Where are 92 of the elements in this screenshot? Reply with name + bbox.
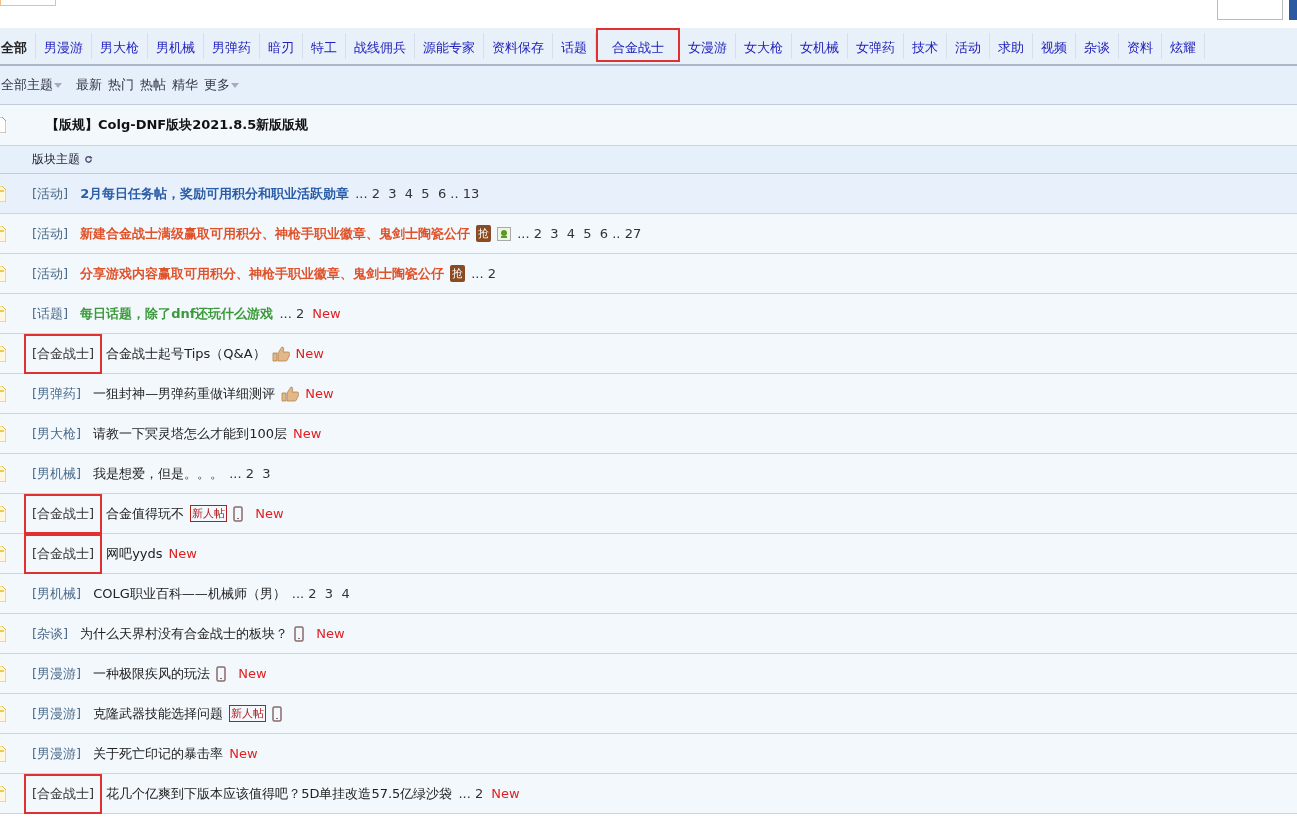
category-tab[interactable]: 源能专家	[415, 33, 484, 59]
category-tab[interactable]: 活动	[947, 33, 990, 59]
thread-title[interactable]: 合金值得玩不	[106, 504, 185, 523]
thread-title[interactable]: 分享游戏内容赢取可用积分、神枪手职业徽章、鬼剑士陶瓷公仔	[80, 264, 445, 283]
thread-category[interactable]: [活动]	[24, 213, 77, 254]
filter-link[interactable]: 精华	[172, 76, 198, 94]
thread-category[interactable]: [男机械]	[24, 573, 90, 614]
category-tab[interactable]: 合金战士	[596, 28, 680, 62]
phone-icon	[272, 705, 283, 722]
refresh-icon[interactable]	[84, 155, 93, 164]
thread-title[interactable]: 2月每日任务帖，奖励可用积分和职业活跃勋章	[80, 184, 350, 203]
category-tab[interactable]: 资料	[1119, 33, 1162, 59]
search-field[interactable]	[1217, 0, 1283, 20]
new-label: New	[316, 626, 345, 641]
thumbs-up-icon	[271, 345, 290, 362]
thread-category[interactable]: [男漫游]	[24, 733, 90, 774]
thread-category[interactable]: [话题]	[24, 293, 77, 334]
category-tab[interactable]: 全部	[0, 33, 36, 59]
filter-link[interactable]: 最新	[76, 76, 102, 94]
thread-category[interactable]: [活动]	[24, 253, 77, 294]
category-tab[interactable]: 炫耀	[1162, 33, 1205, 59]
new-label: New	[238, 666, 267, 681]
thread-category[interactable]: [男机械]	[24, 453, 90, 494]
filter-link[interactable]: 热门	[108, 76, 134, 94]
category-tab[interactable]: 特工	[303, 33, 346, 59]
thread-title[interactable]: 克隆武器技能选择问题	[93, 704, 224, 723]
new-label: New	[305, 386, 334, 401]
category-tab[interactable]: 女弹药	[848, 33, 904, 59]
page-links[interactable]: ... 2 3 4 5 6 .. 27	[517, 226, 642, 241]
category-tab[interactable]: 视频	[1033, 33, 1076, 59]
thread-category[interactable]: [合金战士]	[24, 533, 103, 574]
section-label: 版块主题	[32, 151, 80, 168]
thread-category[interactable]: [男漫游]	[24, 693, 90, 734]
thread-category[interactable]: [男弹药]	[24, 373, 90, 414]
new-label: New	[312, 306, 341, 321]
category-tab[interactable]: 女大枪	[736, 33, 792, 59]
category-tab[interactable]: 话题	[553, 33, 596, 59]
newbie-badge: 新人帖	[190, 505, 228, 522]
new-label: New	[293, 426, 322, 441]
thread-title[interactable]: 合金战士起号Tips（Q&A）	[106, 344, 266, 363]
category-tab[interactable]: 男大枪	[92, 33, 148, 59]
thread-title[interactable]: 一种极限疾风的玩法	[93, 664, 211, 683]
category-tab[interactable]: 男漫游	[36, 33, 92, 59]
thread-title[interactable]: 请教一下冥灵塔怎么才能到100层	[93, 424, 287, 443]
new-label: New	[255, 506, 284, 521]
thread-title[interactable]: 花几个亿爽到下版本应该值得吧？5D单挂改造57.5亿绿沙袋	[106, 784, 453, 803]
thread-title[interactable]: 【版规】Colg-DNF版块2021.8.5新版版规	[46, 116, 309, 134]
category-tab[interactable]: 女机械	[792, 33, 848, 59]
thread-title[interactable]: 网吧yyds	[106, 544, 163, 563]
phone-icon	[294, 625, 305, 642]
thread-title[interactable]: 我是想爱，但是。。。	[93, 464, 224, 483]
page-links[interactable]: ... 2 3 4	[291, 586, 350, 601]
page-links[interactable]: ... 2 3 4 5 6 .. 13	[355, 186, 480, 201]
page-links[interactable]: ... 2	[471, 266, 496, 281]
thumbs-up-icon	[281, 385, 300, 402]
newbie-badge: 新人帖	[229, 705, 267, 722]
filter-link[interactable]: 更多	[204, 76, 230, 94]
grab-badge: 抢	[476, 225, 492, 242]
filter-link[interactable]: 全部主题	[1, 76, 53, 94]
category-tab[interactable]: 女漫游	[680, 33, 736, 59]
thread-title[interactable]: 关于死亡印记的暴击率	[93, 744, 224, 763]
new-label: New	[295, 346, 324, 361]
new-label: New	[229, 746, 258, 761]
page-links[interactable]: ... 2	[458, 786, 484, 801]
page-links[interactable]: ... 2	[279, 306, 305, 321]
category-tab[interactable]: 技术	[904, 33, 947, 59]
category-tab[interactable]: 男弹药	[204, 33, 260, 59]
new-label: New	[168, 546, 197, 561]
thread-category[interactable]: [男大枪]	[24, 413, 90, 454]
thread-category[interactable]: [合金战士]	[24, 773, 103, 814]
thread-title[interactable]: 为什么天界村没有合金战士的板块？	[80, 624, 289, 643]
thread-category[interactable]: [合金战士]	[24, 333, 103, 374]
thread-category[interactable]: [杂谈]	[24, 613, 77, 654]
phone-icon	[216, 665, 227, 682]
category-tab[interactable]: 资料保存	[484, 33, 553, 59]
thread-category[interactable]: [活动]	[24, 173, 77, 214]
category-tab[interactable]: 暗刃	[260, 33, 303, 59]
category-tab[interactable]: 男机械	[148, 33, 204, 59]
phone-icon	[233, 505, 244, 522]
page-links[interactable]: ... 2 3	[229, 466, 271, 481]
grab-badge: 抢	[450, 265, 466, 282]
thread-category[interactable]: [合金战士]	[24, 493, 103, 534]
filter-link[interactable]: 热帖	[140, 76, 166, 94]
thread-title[interactable]: COLG职业百科——机械师（男）	[93, 584, 286, 603]
thread-title[interactable]: 新建合金战士满级赢取可用积分、神枪手职业徽章、鬼剑士陶瓷公仔	[80, 224, 471, 243]
category-tab[interactable]: 求助	[990, 33, 1033, 59]
new-label: New	[491, 786, 520, 801]
category-tab[interactable]: 战线佣兵	[346, 33, 415, 59]
image-icon	[497, 226, 512, 241]
category-tab[interactable]: 杂谈	[1076, 33, 1119, 59]
thread-title[interactable]: 一狙封神—男弹药重做详细测评	[93, 384, 276, 403]
thread-category[interactable]: [男漫游]	[24, 653, 90, 694]
